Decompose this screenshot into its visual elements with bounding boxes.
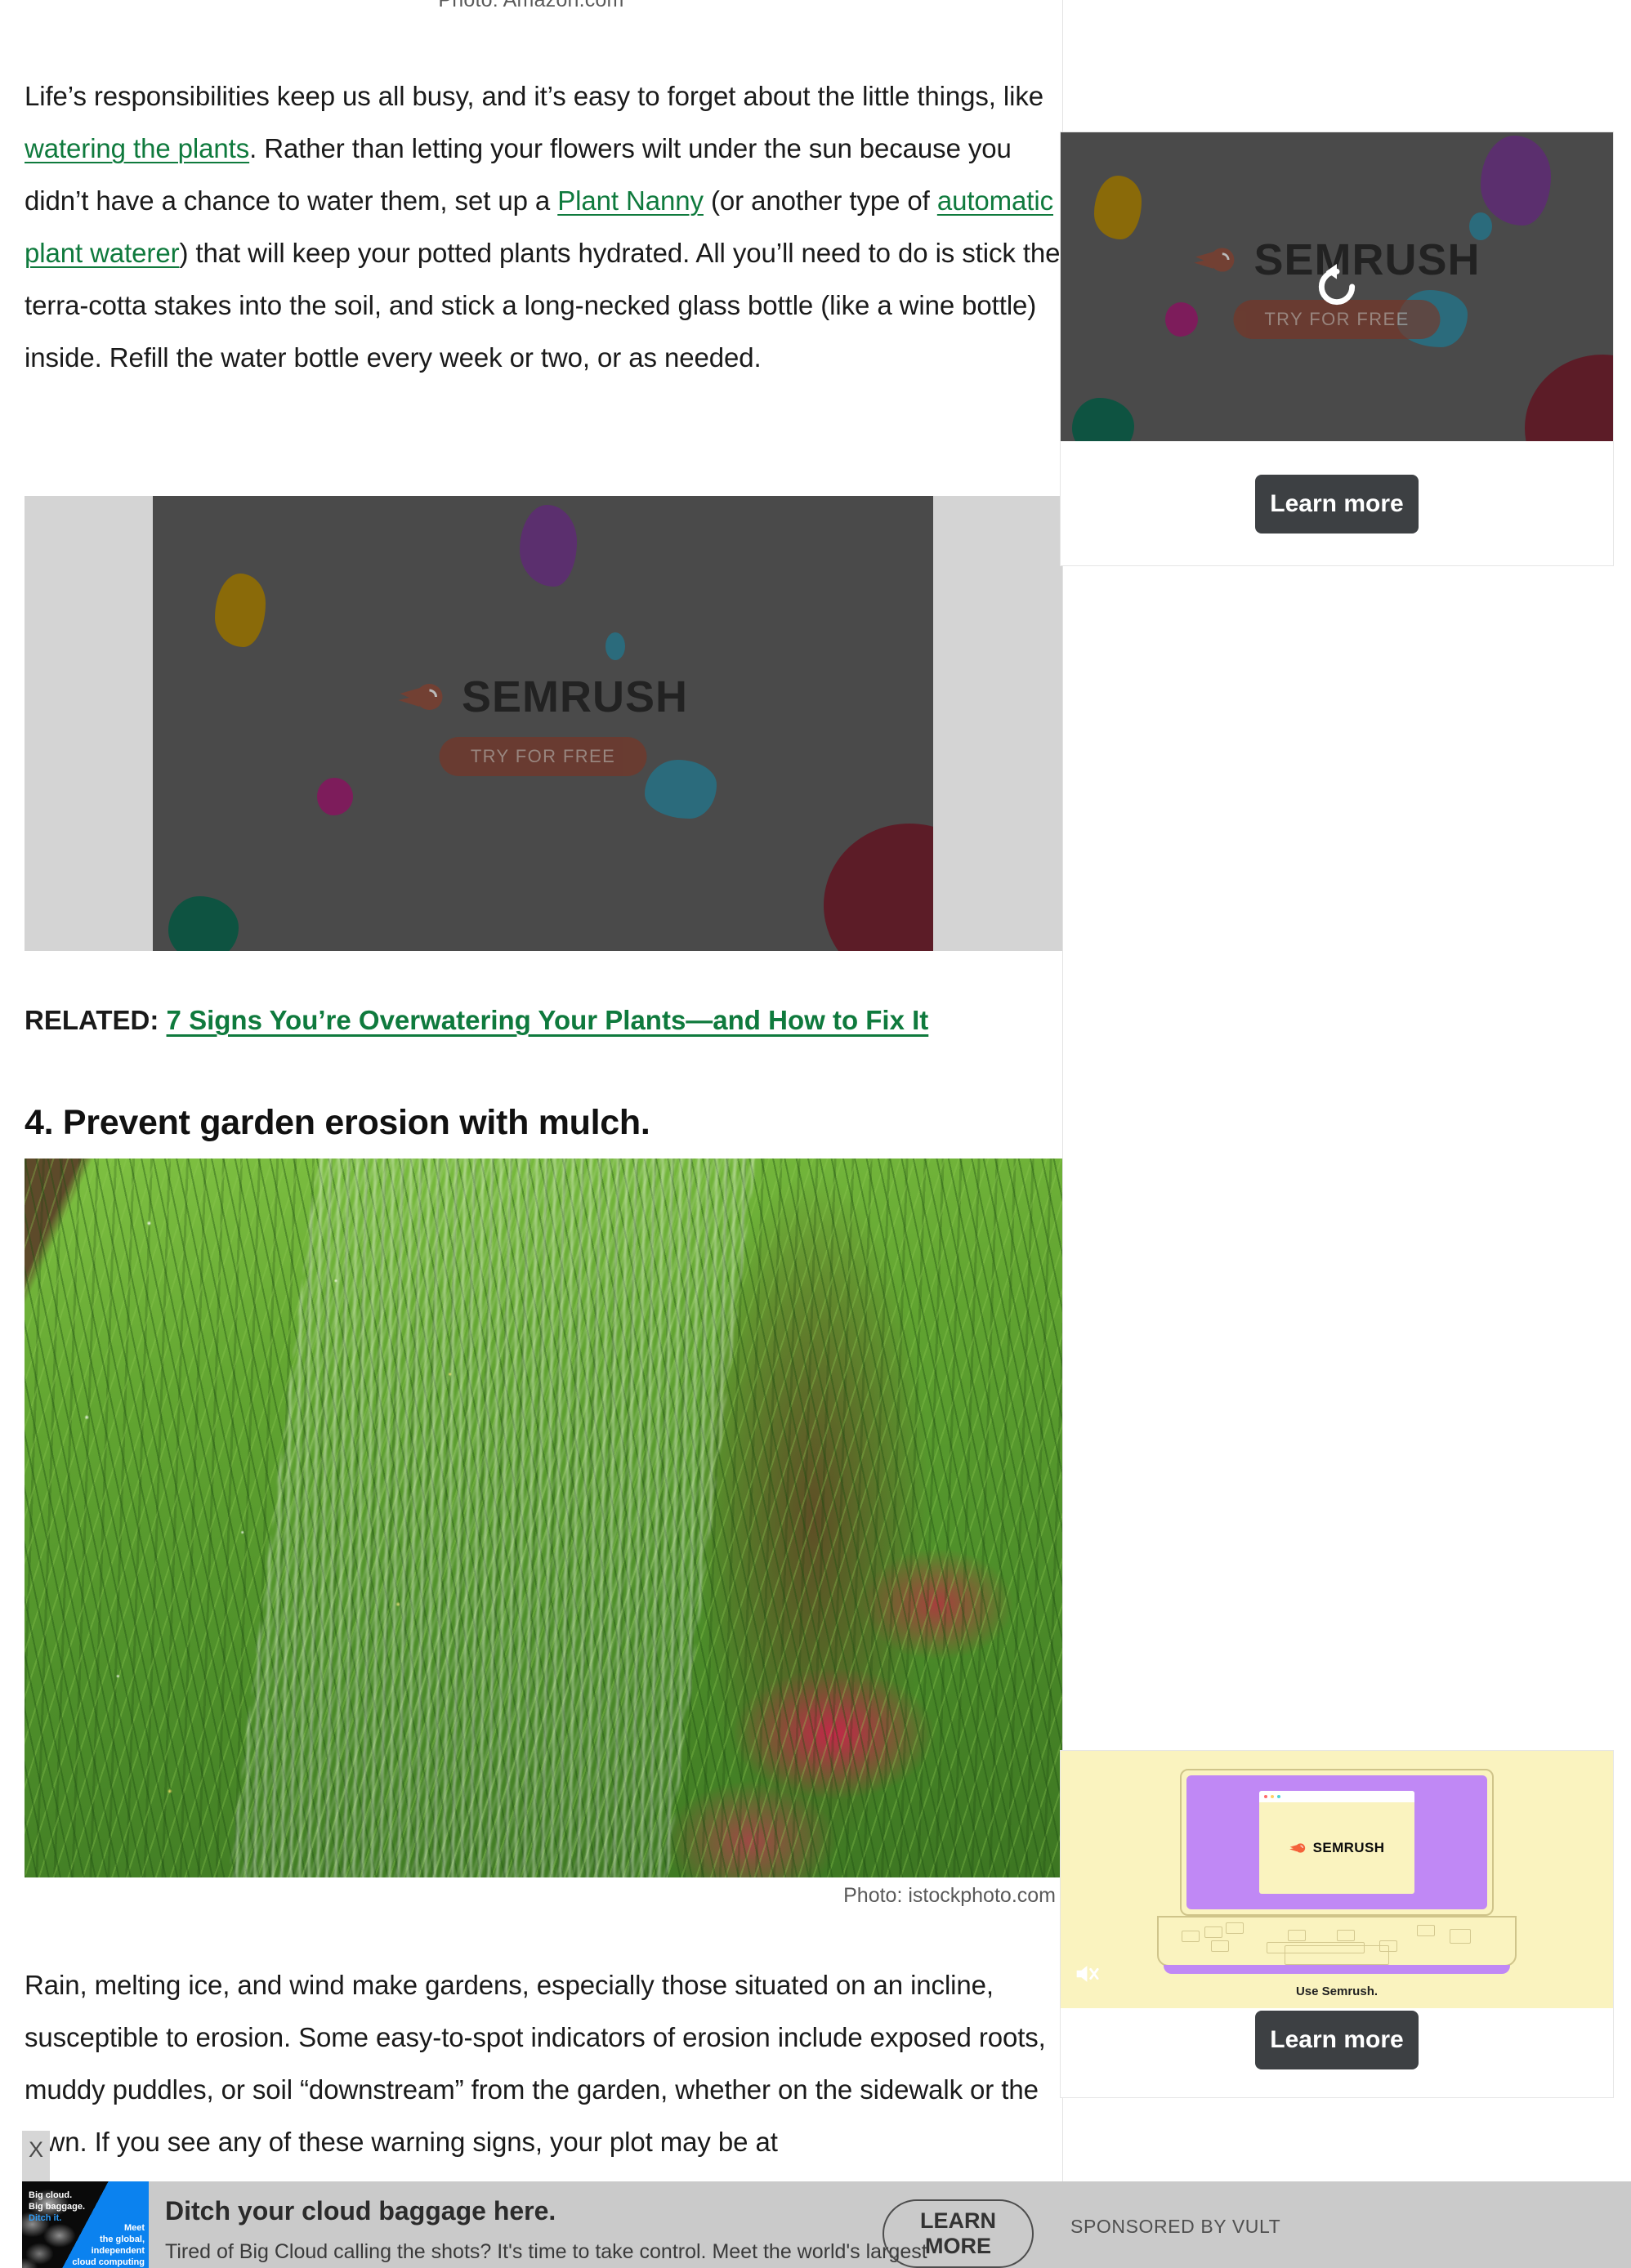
semrush-comet-icon (1194, 248, 1235, 272)
semrush-logo-in-browser: SEMRUSH (1259, 1802, 1414, 1894)
thumbnail-line-2: Big baggage. (29, 2202, 86, 2212)
article-column: Photo: Amazon.com Life’s responsibilitie… (0, 0, 1062, 2268)
semrush-comet-icon (1289, 1843, 1305, 1853)
top-ad-video-frame[interactable]: SEMRUSH TRY FOR FREE (1061, 132, 1613, 441)
inline-video-ad[interactable]: SEMRUSH TRY FOR FREE Learn more Replay (25, 496, 1062, 951)
decorative-blob-1 (215, 573, 266, 647)
bottom-ad-learn-more-button[interactable]: Learn more (1255, 2011, 1419, 2069)
related-prefix: RELATED: (25, 1005, 159, 1035)
thumbnail-line-1: Big cloud. (29, 2190, 73, 2200)
bottom-floating-semrush-ad[interactable]: SEMRUSH Use Semrush. Learn more (1061, 1751, 1613, 2097)
thumbnail-right-line: cloud computing (72, 2257, 145, 2267)
article-paragraph-2: Rain, melting ice, and wind make gardens… (25, 1970, 1046, 2157)
related-line: RELATED: 7 Signs You’re Overwatering You… (25, 1005, 928, 1036)
decorative-blob-0 (519, 505, 577, 587)
photo-credit-bottom: Photo: istockphoto.com (843, 1884, 1056, 1907)
top-ad-learn-more-button[interactable]: Learn more (1255, 475, 1419, 534)
semrush-wordmark-inline: SEMRUSH (461, 672, 689, 721)
bottom-ad-video-frame[interactable]: SEMRUSH Use Semrush. (1061, 1751, 1613, 2008)
top-floating-semrush-ad[interactable]: SEMRUSH TRY FOR FREE Learn more (1061, 132, 1613, 565)
garden-erosion-photo (25, 1159, 1062, 1877)
laptop-screen: SEMRUSH (1180, 1769, 1494, 1916)
thumbnail-line-3: Ditch it. (29, 2213, 62, 2223)
laptop-base (1157, 1916, 1517, 1967)
thumbnail-right-line: the global, (100, 2235, 145, 2244)
mute-icon[interactable] (1072, 1960, 1100, 1988)
sticky-banner-thumbnail: Big cloud. Big baggage. Ditch it. Meet th… (22, 2181, 149, 2268)
thumbnail-right-text: Meet the global, independent cloud computin… (72, 2222, 145, 2268)
laptop-screen-inner: SEMRUSH (1186, 1775, 1487, 1909)
paragraph-1-text-1: Life’s responsibilities keep us all busy… (25, 81, 1044, 111)
garden-photo-blossoms (25, 1159, 1062, 1877)
laptop-purple-edge (1164, 1965, 1510, 1974)
link-watering-the-plants[interactable]: watering the plants (25, 133, 249, 163)
use-semrush-tagline: Use Semrush. (1295, 1984, 1379, 1998)
decorative-blob-1 (1093, 175, 1142, 239)
thumbnail-right-line: Meet (123, 2223, 145, 2233)
paragraph-1-text-3: (or another type of (703, 185, 937, 216)
replay-icon[interactable] (1311, 261, 1363, 313)
section-heading: 4. Prevent garden erosion with mulch. (25, 1103, 650, 1142)
browser-dot-teal (1277, 1795, 1280, 1798)
thumbnail-right-line: independent (91, 2246, 145, 2256)
semrush-wordmark-bottom: SEMRUSH (1312, 1840, 1385, 1855)
sticky-banner-close-button[interactable]: X (22, 2131, 50, 2181)
laptop-trackpad (1285, 1945, 1389, 1965)
decorative-blob-0 (1480, 135, 1551, 225)
laptop-illustration: SEMRUSH (1157, 1769, 1517, 1983)
photo-credit-top: Photo: Amazon.com (438, 0, 624, 11)
decorative-blob-6 (1524, 355, 1613, 441)
inline-video-frame[interactable]: SEMRUSH TRY FOR FREE (153, 496, 933, 951)
paragraph-1-text-4: ) that will keep your potted plants hydr… (25, 238, 1061, 373)
sticky-banner-learn-more-button[interactable]: LEARN MORE (883, 2199, 1034, 2268)
browser-dot-yellow (1271, 1795, 1274, 1798)
link-plant-nanny[interactable]: Plant Nanny (557, 185, 704, 216)
related-article-link[interactable]: 7 Signs You’re Overwatering Your Plants—… (167, 1005, 929, 1035)
laptop-keyboard (1177, 1922, 1497, 1953)
sticky-banner-sponsor-label: SPONSORED BY VULT (1070, 2216, 1281, 2237)
sticky-banner-body: Tired of Big Cloud calling the shots? It… (165, 2240, 927, 2263)
sticky-bottom-banner-ad[interactable]: Big cloud. Big baggage. Ditch it. Meet th… (22, 2181, 1631, 2268)
semrush-wordmark-top: SEMRUSH (1253, 235, 1481, 284)
sticky-banner-headline: Ditch your cloud baggage here. (165, 2196, 556, 2226)
decorative-blob-2 (605, 632, 625, 661)
try-for-free-pill-inline[interactable]: TRY FOR FREE (439, 736, 647, 776)
decorative-blob-6 (824, 824, 933, 951)
browser-window-mock: SEMRUSH (1259, 1791, 1414, 1894)
browser-dot-red (1264, 1795, 1267, 1798)
semrush-comet-icon (397, 683, 442, 710)
article-paragraph-1: Life’s responsibilities keep us all busy… (25, 70, 1061, 384)
browser-titlebar (1259, 1791, 1414, 1802)
decorative-blob-5 (1071, 398, 1134, 441)
decorative-blob-5 (168, 896, 239, 951)
decorative-blob-3 (316, 778, 353, 816)
semrush-lockup-inline: SEMRUSH TRY FOR FREE (397, 672, 689, 776)
